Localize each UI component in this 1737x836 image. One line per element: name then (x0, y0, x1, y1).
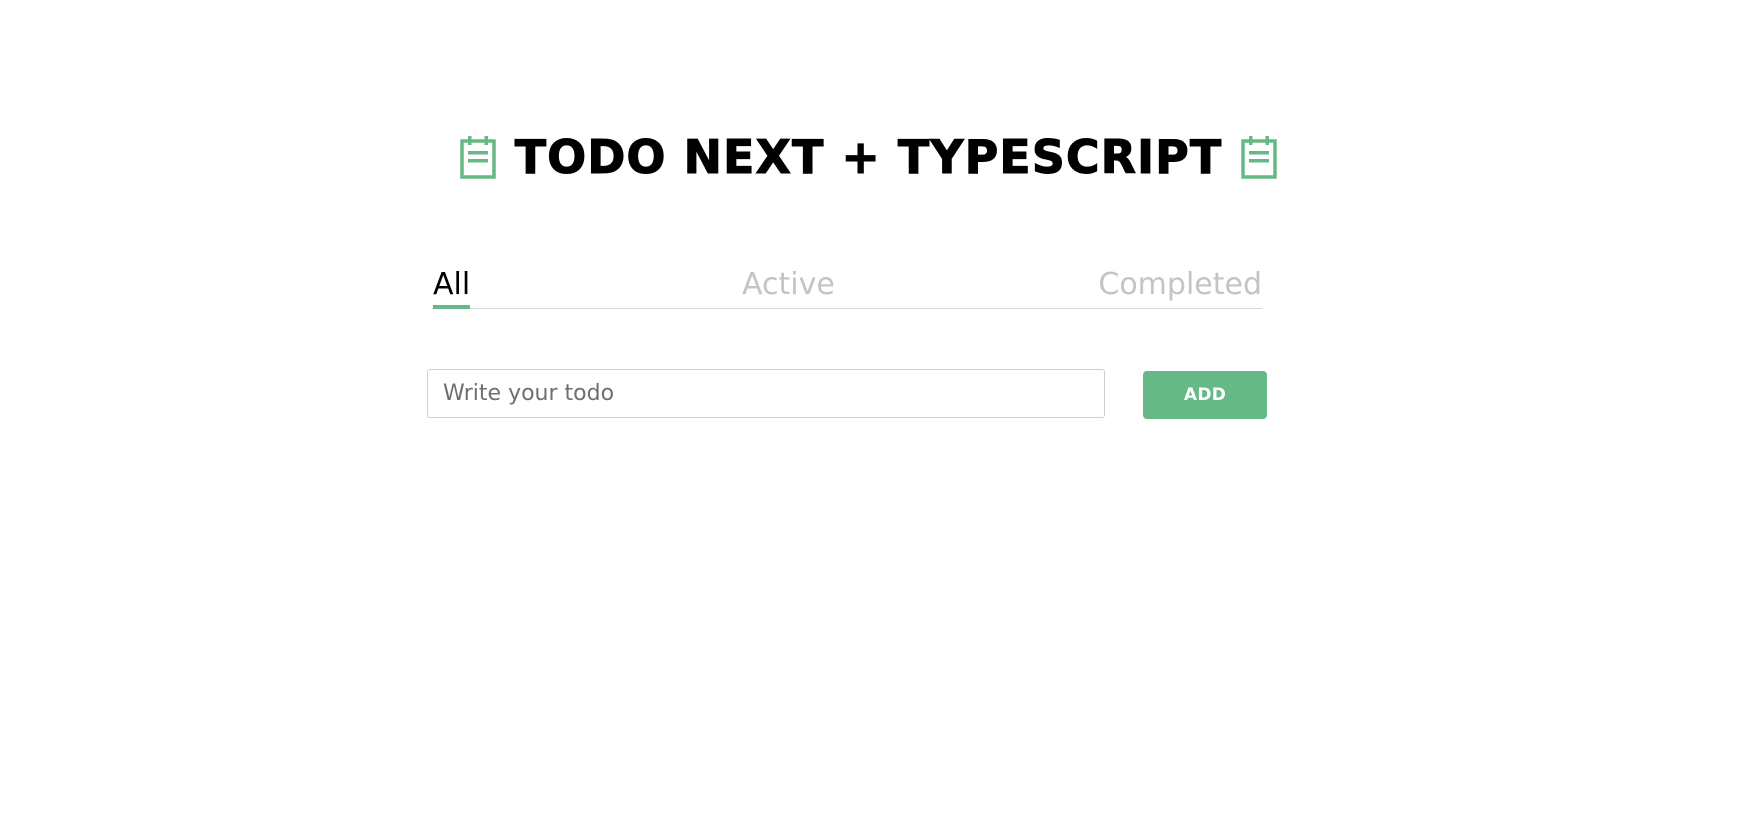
add-button[interactable]: ADD (1143, 371, 1267, 419)
page-title: TODO NEXT + TYPESCRIPT (514, 130, 1223, 184)
todo-form: ADD (427, 369, 1267, 420)
header-inner: TODO NEXT + TYPESCRIPT (459, 130, 1278, 184)
todo-input[interactable] (427, 369, 1105, 418)
tab-all[interactable]: All (433, 265, 471, 309)
tab-active[interactable]: Active (742, 265, 835, 308)
notepad-icon (1240, 135, 1278, 179)
notepad-icon (459, 135, 497, 179)
filter-tabs: All Active Completed (432, 262, 1262, 309)
todo-app: TODO NEXT + TYPESCRIPT All Active Comple… (0, 0, 1737, 836)
tab-completed[interactable]: Completed (1098, 265, 1262, 308)
header: TODO NEXT + TYPESCRIPT (0, 130, 1737, 184)
